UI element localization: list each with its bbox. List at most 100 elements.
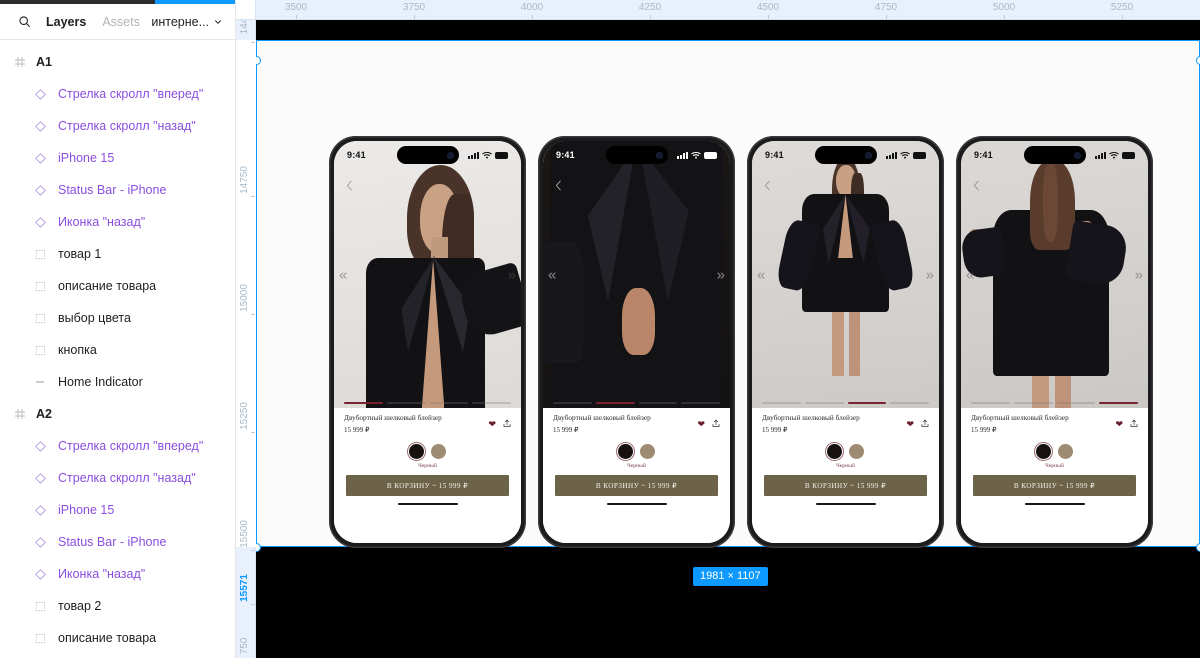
layer-row[interactable]: Стрелка скролл "назад"	[0, 110, 235, 142]
resize-handle-bottom-left[interactable]	[256, 542, 261, 552]
color-picker[interactable]	[553, 443, 720, 459]
scroll-back-arrow[interactable]: «	[966, 267, 974, 282]
pager-dot[interactable]	[386, 402, 426, 404]
add-to-cart-button[interactable]: В КОРЗИНУ ~ 15 999 ₽	[764, 474, 927, 496]
phone-mockup[interactable]: 9:41 « » Двубортный шелковый блейзер 15 999 …	[956, 136, 1153, 548]
layer-row[interactable]: Home Indicator	[0, 366, 235, 398]
page-selector[interactable]: интерне...	[151, 15, 225, 29]
swatch-beige[interactable]	[1058, 443, 1073, 459]
search-icon[interactable]	[10, 8, 38, 36]
resize-handle-top-left[interactable]	[256, 55, 261, 65]
layer-row[interactable]: A1	[0, 46, 235, 78]
add-to-cart-button[interactable]: В КОРЗИНУ ~ 15 999 ₽	[346, 474, 509, 496]
pager-dot[interactable]	[638, 402, 678, 404]
share-icon[interactable]	[1130, 415, 1138, 433]
swatch-black[interactable]	[618, 443, 633, 459]
pager-dot[interactable]	[681, 402, 720, 404]
color-picker[interactable]	[762, 443, 929, 459]
pager-dot[interactable]	[804, 402, 844, 404]
heart-icon[interactable]: ❤	[488, 419, 496, 429]
pager-dot[interactable]	[847, 402, 887, 404]
back-icon[interactable]	[346, 178, 353, 196]
swatch-beige[interactable]	[431, 443, 446, 459]
pager-dot[interactable]	[553, 402, 592, 404]
component-icon	[32, 566, 48, 582]
horizontal-ruler[interactable]: 3500 3750 4000 4250 4500 4750 5000 5250	[236, 0, 1200, 20]
back-icon[interactable]	[555, 178, 562, 196]
dynamic-island	[1023, 146, 1086, 164]
share-icon[interactable]	[712, 415, 720, 433]
layer-row[interactable]: Иконка "назад"	[0, 558, 235, 590]
heart-icon[interactable]: ❤	[1115, 419, 1123, 429]
swatch-black[interactable]	[1036, 443, 1051, 459]
resize-handle-bottom-right[interactable]	[1195, 542, 1200, 552]
ruler-tick-label: 15500	[239, 520, 250, 548]
scroll-forward-arrow[interactable]: »	[1135, 267, 1143, 282]
layer-row[interactable]: описание товара	[0, 622, 235, 654]
layer-row[interactable]: Иконка "назад"	[0, 206, 235, 238]
pager-dot[interactable]	[971, 402, 1010, 404]
pager-dot[interactable]	[1013, 402, 1053, 404]
layer-row[interactable]: iPhone 15	[0, 494, 235, 526]
scroll-forward-arrow[interactable]: »	[508, 267, 516, 282]
layer-row[interactable]: описание товара	[0, 270, 235, 302]
heart-icon[interactable]: ❤	[906, 419, 914, 429]
scroll-back-arrow[interactable]: «	[548, 267, 556, 282]
layer-label: описание товара	[58, 279, 157, 293]
canvas-viewport[interactable]: 9:41 « » Двубортный шелковый блейзер 15 999 …	[256, 20, 1200, 658]
ruler-tick-mark	[251, 196, 255, 197]
layer-row[interactable]: Status Bar - iPhone	[0, 174, 235, 206]
home-indicator	[815, 502, 876, 506]
product-gallery[interactable]: 9:41 « »	[543, 141, 730, 408]
pager-dot[interactable]	[595, 402, 635, 404]
pager-dot[interactable]	[762, 402, 801, 404]
tab-assets[interactable]: Assets	[94, 11, 148, 33]
swatch-black[interactable]	[827, 443, 842, 459]
share-icon[interactable]	[921, 415, 929, 433]
phone-mockup[interactable]: 9:41 « » Двубортный шелковый блейзер 15 999 …	[538, 136, 735, 548]
layer-row[interactable]: iPhone 15	[0, 142, 235, 174]
layer-row[interactable]: товар 1	[0, 238, 235, 270]
color-picker[interactable]	[344, 443, 511, 459]
back-icon[interactable]	[973, 178, 980, 196]
layer-row[interactable]: A2	[0, 398, 235, 430]
heart-icon[interactable]: ❤	[697, 419, 705, 429]
selected-frame[interactable]: 9:41 « » Двубортный шелковый блейзер 15 999 …	[256, 40, 1200, 548]
phone-mockup[interactable]: 9:41 « » Двубортный шелковый блейзер 15 999 …	[747, 136, 944, 548]
pager-dot[interactable]	[1056, 402, 1096, 404]
product-gallery[interactable]: 9:41 « »	[752, 141, 939, 408]
product-gallery[interactable]: 9:41 « »	[961, 141, 1148, 408]
canvas-area[interactable]: 9:41 « » Двубортный шелковый блейзер 15 999 …	[236, 0, 1200, 658]
scroll-back-arrow[interactable]: «	[339, 267, 347, 282]
color-picker[interactable]	[971, 443, 1138, 459]
layer-row[interactable]: кнопка	[0, 334, 235, 366]
add-to-cart-button[interactable]: В КОРЗИНУ ~ 15 999 ₽	[973, 474, 1136, 496]
pager-dot[interactable]	[890, 402, 929, 404]
layer-row[interactable]: товар 2	[0, 590, 235, 622]
swatch-beige[interactable]	[640, 443, 655, 459]
layer-row[interactable]: выбор цвета	[0, 302, 235, 334]
scroll-forward-arrow[interactable]: »	[926, 267, 934, 282]
layer-row[interactable]: Status Bar - iPhone	[0, 526, 235, 558]
pager-dot[interactable]	[472, 402, 511, 404]
pager-dot[interactable]	[344, 402, 383, 404]
tab-layers[interactable]: Layers	[38, 11, 94, 33]
layer-row[interactable]: Стрелка скролл "вперед"	[0, 430, 235, 462]
pager-dot[interactable]	[1099, 402, 1138, 404]
vertical-ruler[interactable]: 144 14750 15000 15250 15500 15571 750	[236, 0, 256, 658]
product-gallery[interactable]: 9:41 « »	[334, 141, 521, 408]
share-icon[interactable]	[503, 415, 511, 433]
resize-handle-top-right[interactable]	[1195, 55, 1200, 65]
scroll-back-arrow[interactable]: «	[757, 267, 765, 282]
scroll-forward-arrow[interactable]: »	[717, 267, 725, 282]
swatch-black[interactable]	[409, 443, 424, 459]
pager-dot[interactable]	[429, 402, 469, 404]
page-name-label: интерне...	[151, 14, 209, 29]
layer-row[interactable]: Стрелка скролл "назад"	[0, 462, 235, 494]
frame-icon	[32, 246, 48, 262]
swatch-beige[interactable]	[849, 443, 864, 459]
layer-row[interactable]: Стрелка скролл "вперед"	[0, 78, 235, 110]
add-to-cart-button[interactable]: В КОРЗИНУ ~ 15 999 ₽	[555, 474, 718, 496]
phone-mockup[interactable]: 9:41 « » Двубортный шелковый блейзер 15 999 …	[329, 136, 526, 548]
back-icon[interactable]	[764, 178, 771, 196]
